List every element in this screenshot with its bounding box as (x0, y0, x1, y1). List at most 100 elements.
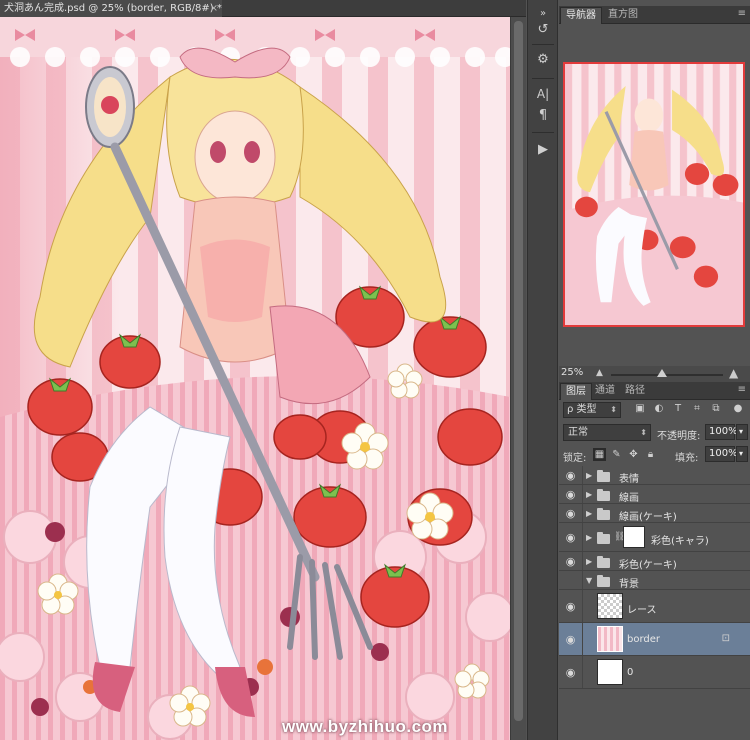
tab-navigator[interactable]: 导航器 (560, 7, 602, 24)
layer-row-selected[interactable]: ◉ border ⊡ (559, 623, 750, 656)
document-canvas[interactable]: www.byzhihuo.com (0, 17, 510, 740)
document-tab-title: 犬洞あん完成.psd @ 25% (border, RGB/8#) * (4, 3, 222, 14)
zoom-level[interactable]: 25% (561, 367, 583, 378)
layer-row[interactable]: ◉ 0 (559, 656, 750, 689)
folder-icon (597, 532, 610, 544)
tab-layers[interactable]: 图层 (560, 383, 592, 400)
properties-icon[interactable]: ⚙ (533, 50, 553, 70)
layer-list: ◉ ▶ 表情 ◉ ▶ 線画 ◉ ▶ 線画(ケーキ) ◉ ▶ ⛓ 彩色(キャラ) (559, 466, 750, 696)
expand-arrow-icon[interactable]: ▶ (586, 471, 592, 480)
collapsed-panel-strip: » ↺ ⚙ A| ¶ ▶ (527, 0, 558, 740)
actions-play-icon[interactable]: ▶ (533, 140, 553, 160)
folder-icon (597, 489, 610, 501)
expand-arrow-icon[interactable]: ▶ (586, 490, 592, 499)
navigator-thumbnail-image (565, 64, 743, 325)
layer-thumbnail (597, 626, 623, 652)
tab-channels[interactable]: 通道 (590, 383, 620, 400)
expand-arrow-icon[interactable]: ▶ (586, 533, 592, 542)
close-icon[interactable]: × (210, 0, 218, 17)
right-panel-dock: 导航器 直方图 ≡ 25% ▲ ▲ 图层 通道 路径 ≡ ρ 类型 ⬍ ▣ ◐ … (559, 0, 750, 740)
visibility-eye-icon[interactable]: ◉ (559, 504, 583, 522)
layer-group-row[interactable]: ◉ ▶ ⛓ 彩色(キャラ) (559, 523, 750, 552)
panel-menu-icon[interactable]: ≡ (738, 8, 746, 19)
filter-shape-icon[interactable]: ⌗ (690, 402, 704, 416)
chevron-down-icon: ⬍ (610, 405, 617, 414)
layer-name: 彩色(ケーキ) (619, 560, 677, 571)
navigator-zoom-bar: 25% ▲ ▲ (559, 366, 750, 382)
layer-group-row[interactable]: ▼ 背景 (559, 571, 750, 590)
lock-icon: ⊡ (721, 633, 730, 644)
layer-mask-thumbnail[interactable] (623, 526, 645, 548)
paragraph-icon[interactable]: ¶ (533, 106, 553, 126)
layer-name: 背景 (619, 579, 639, 590)
watermark-text: www.byzhihuo.com (282, 717, 449, 736)
visibility-eye-empty[interactable] (559, 571, 583, 589)
filter-type-icon[interactable]: T (671, 402, 685, 416)
layers-panel-footer (559, 700, 750, 740)
layer-filter-bar: ρ 类型 ⬍ ▣ ◐ T ⌗ ⧉ ● (559, 400, 750, 420)
visibility-eye-icon[interactable]: ◉ (559, 590, 583, 622)
document-tab-bar: 犬洞あん完成.psd @ 25% (border, RGB/8#) * × (0, 0, 526, 17)
layer-name: 0 (627, 667, 634, 678)
layer-thumbnail (597, 593, 623, 619)
character-icon[interactable]: A| (533, 84, 553, 104)
fill-label: 填充: (675, 453, 699, 464)
tab-paths[interactable]: 路径 (620, 383, 650, 400)
collapse-arrow-icon[interactable]: ▼ (586, 576, 592, 585)
expand-arrow-icon[interactable]: ▶ (586, 557, 592, 566)
zoom-in-icon[interactable]: ▲ (729, 366, 738, 380)
lock-image-pixels-icon[interactable]: ✎ (610, 448, 623, 461)
layer-group-row[interactable]: ◉ ▶ 表情 (559, 466, 750, 485)
folder-icon (597, 470, 610, 482)
visibility-eye-icon[interactable]: ◉ (559, 552, 583, 570)
visibility-eye-icon[interactable]: ◉ (559, 656, 583, 688)
filter-pixel-icon[interactable]: ▣ (633, 402, 647, 416)
expand-arrow-icon[interactable]: ▶ (586, 509, 592, 518)
filter-toggle-icon[interactable]: ● (731, 402, 745, 416)
panel-menu-icon[interactable]: ≡ (738, 384, 746, 395)
strip-divider (532, 44, 554, 45)
zoom-slider[interactable] (611, 374, 723, 376)
tab-histogram[interactable]: 直方图 (603, 7, 643, 24)
document-vertical-scrollbar[interactable] (510, 17, 526, 740)
fill-input[interactable]: 100% (705, 446, 738, 462)
layer-group-row[interactable]: ◉ ▶ 彩色(ケーキ) (559, 552, 750, 571)
blend-opacity-row: 正常 ⬍ 不透明度: 100% ▾ (559, 423, 750, 443)
filter-adjustment-icon[interactable]: ◐ (652, 402, 666, 416)
open-folder-icon (597, 575, 610, 587)
layer-filter-type-select[interactable]: ρ 类型 ⬍ (563, 402, 621, 418)
visibility-eye-icon[interactable]: ◉ (559, 485, 583, 503)
visibility-eye-icon[interactable]: ◉ (559, 466, 583, 484)
opacity-dropdown-icon[interactable]: ▾ (736, 424, 748, 440)
layer-name: 表情 (619, 474, 639, 485)
layers-panel-tabs: 图层 通道 路径 ≡ (559, 382, 750, 400)
visibility-eye-icon[interactable]: ◉ (559, 523, 583, 551)
navigator-panel-tabs: 导航器 直方图 ≡ (559, 6, 750, 24)
artwork-image (0, 17, 510, 740)
layer-group-row[interactable]: ◉ ▶ 線画(ケーキ) (559, 504, 750, 523)
folder-icon (597, 508, 610, 520)
layer-name: レース (627, 605, 657, 616)
strip-divider (532, 132, 554, 133)
document-tab[interactable]: 犬洞あん完成.psd @ 25% (border, RGB/8#) * × (0, 0, 222, 17)
lock-position-icon[interactable]: ✥ (627, 448, 640, 461)
lock-transparent-pixels-icon[interactable]: ▦ (593, 448, 606, 461)
visibility-eye-icon[interactable]: ◉ (559, 623, 583, 655)
fill-dropdown-icon[interactable]: ▾ (736, 446, 748, 462)
filter-smart-object-icon[interactable]: ⧉ (709, 402, 723, 416)
scrollbar-thumb[interactable] (514, 21, 523, 721)
blend-mode-select[interactable]: 正常 ⬍ (563, 424, 651, 441)
lock-label: 锁定: (563, 453, 587, 464)
chevron-down-icon: ⬍ (640, 428, 647, 437)
filter-type-label: ρ 类型 (567, 404, 597, 415)
zoom-out-icon[interactable]: ▲ (596, 368, 603, 378)
layer-name: border (627, 634, 661, 645)
navigator-preview[interactable] (563, 62, 745, 327)
lock-all-icon[interactable]: 🔒︎ (644, 448, 657, 461)
history-icon[interactable]: ↺ (533, 20, 553, 40)
strip-divider (532, 78, 554, 79)
zoom-slider-thumb[interactable] (657, 369, 667, 377)
opacity-input[interactable]: 100% (705, 424, 738, 440)
layer-group-row[interactable]: ◉ ▶ 線画 (559, 485, 750, 504)
layer-row[interactable]: ◉ レース (559, 590, 750, 623)
